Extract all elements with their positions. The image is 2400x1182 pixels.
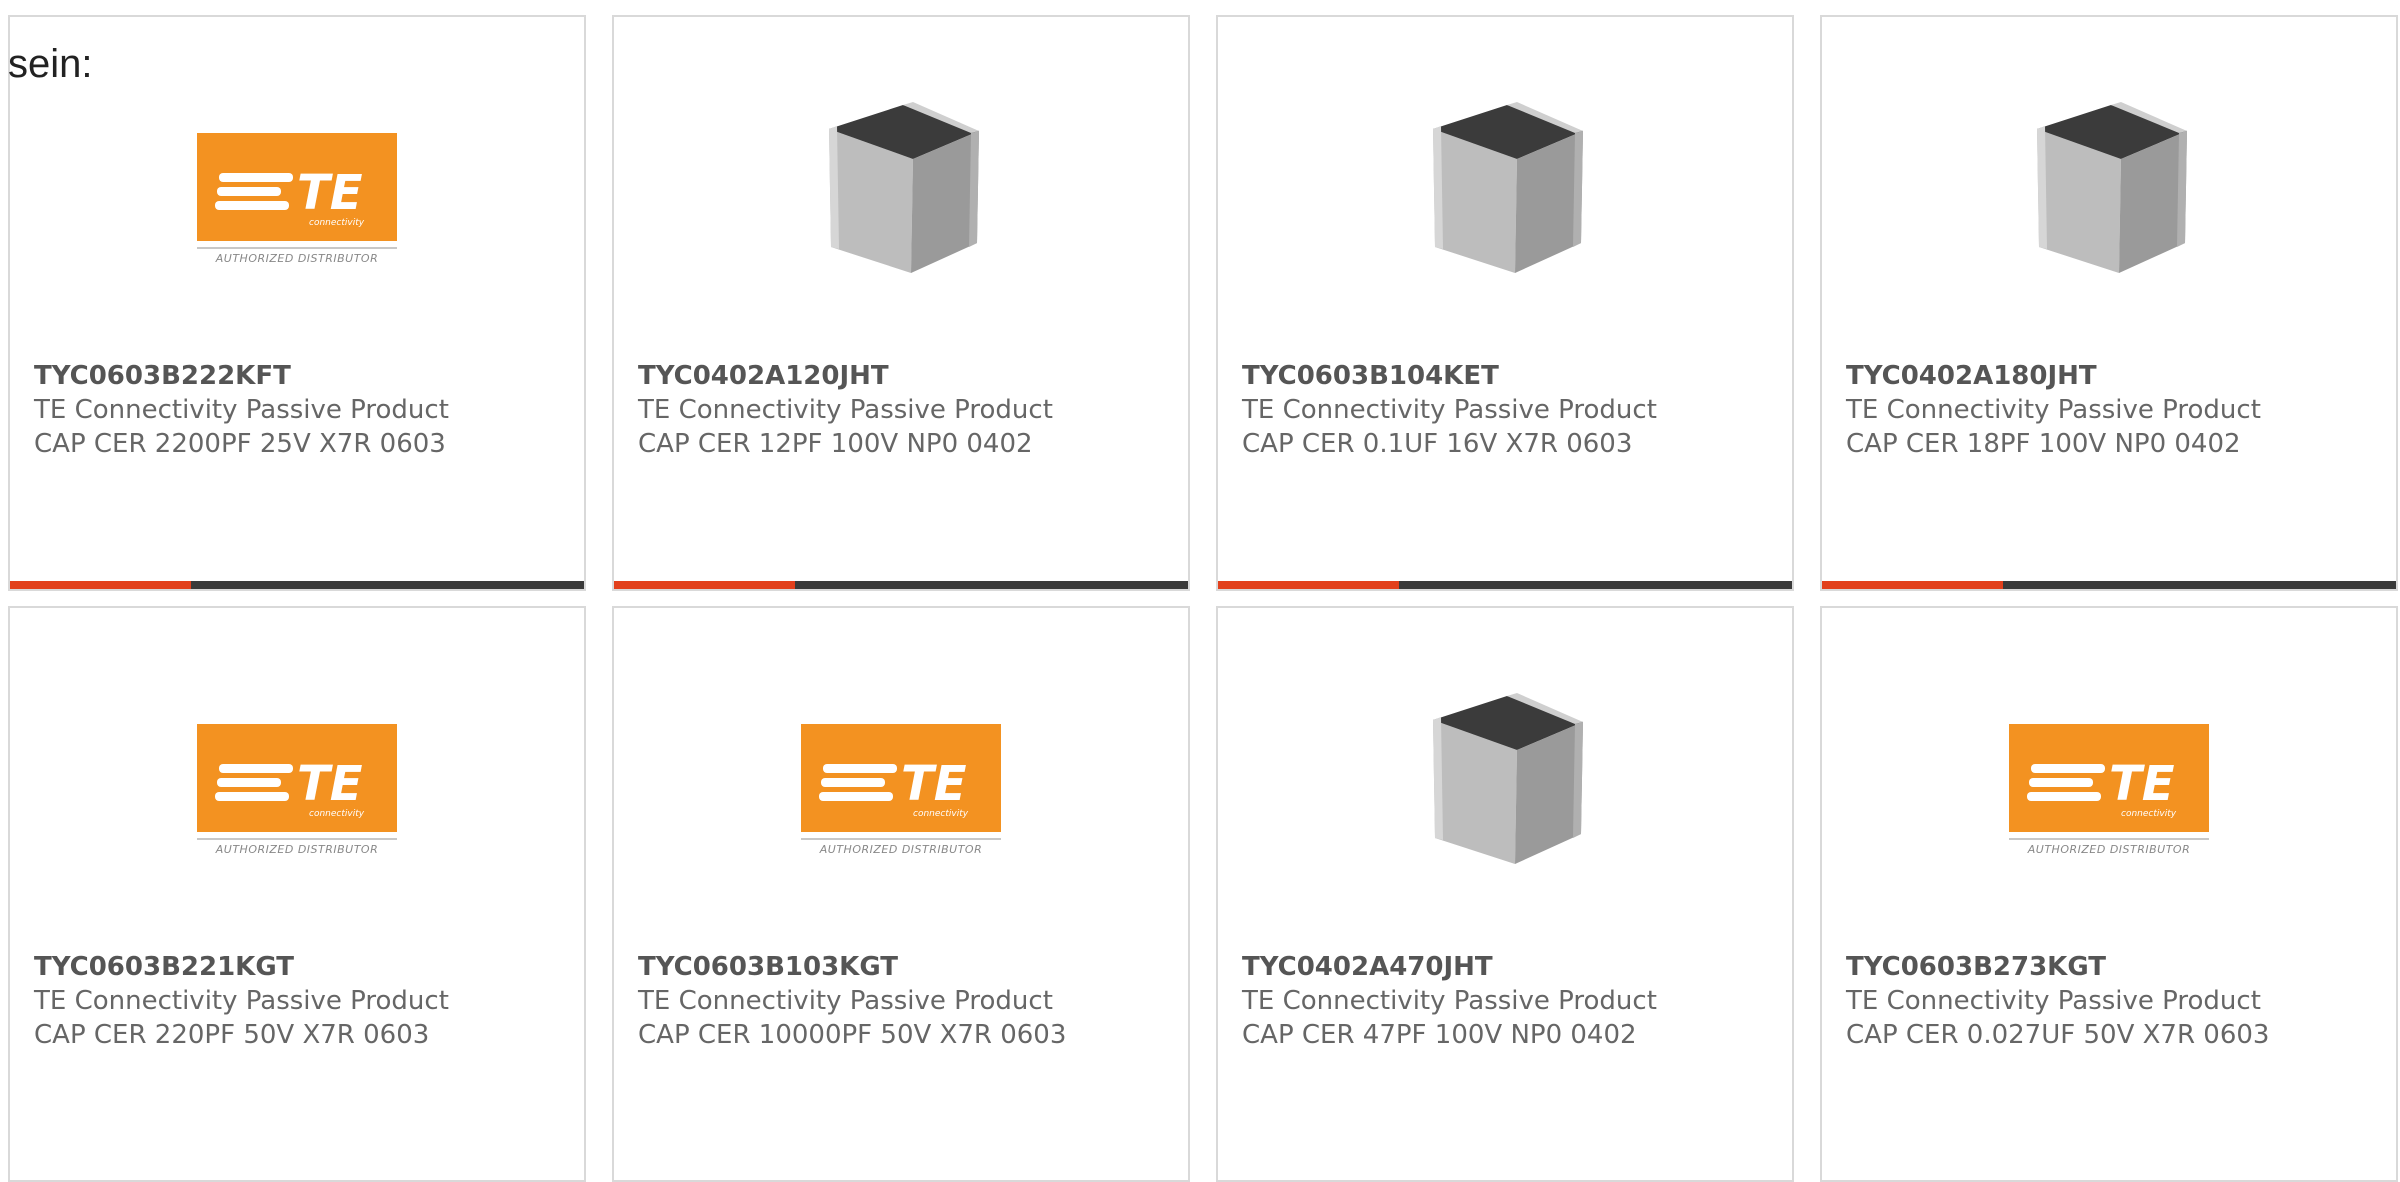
product-image[interactable]: [2009, 87, 2209, 287]
te-logo-stripe: [823, 764, 897, 773]
te-logo-stripe: [2031, 764, 2105, 773]
product-card[interactable]: TE connectivity AUTHORIZED DISTRIBUTOR TYC…: [8, 15, 586, 591]
te-logo-brand-text: TE: [297, 756, 363, 812]
card-bottom-bar: [614, 581, 1188, 589]
te-logo-sub-text: connectivity: [913, 809, 969, 819]
te-logo-badge: TE connectivity: [801, 724, 1001, 832]
product-description: CAP CER 47PF 100V NP0 0402: [1242, 1020, 1637, 1050]
te-logo-stripe: [819, 792, 893, 801]
product-card[interactable]: TYC0402A470JHT TE Connectivity Passive P…: [1216, 606, 1794, 1182]
product-manufacturer: TE Connectivity Passive Product: [1242, 986, 1657, 1016]
te-logo-stripe: [821, 778, 885, 787]
te-logo-stripe: [217, 187, 281, 196]
te-logo-brand-text: TE: [297, 165, 363, 221]
te-logo-mark: TEconnectivity: [215, 165, 365, 228]
te-logo-mark: TEconnectivity: [819, 756, 969, 819]
te-logo-stripe: [217, 778, 281, 787]
card-bar-accent: [10, 581, 191, 589]
card-bottom-bar: [1822, 581, 2396, 589]
product-part-number[interactable]: TYC0402A180JHT: [1846, 359, 2384, 393]
product-part-number[interactable]: TYC0603B103KGT: [638, 950, 1176, 984]
product-info: TYC0603B273KGT TE Connectivity Passive P…: [1846, 950, 2384, 1052]
product-description: CAP CER 0.027UF 50V X7R 0603: [1846, 1020, 2270, 1050]
authorized-distributor-label: AUTHORIZED DISTRIBUTOR: [2009, 838, 2209, 856]
product-part-number[interactable]: TYC0603B104KET: [1242, 359, 1780, 393]
product-part-number[interactable]: TYC0402A470JHT: [1242, 950, 1780, 984]
product-manufacturer: TE Connectivity Passive Product: [1846, 986, 2261, 1016]
product-description: CAP CER 18PF 100V NP0 0402: [1846, 429, 2241, 459]
product-description: CAP CER 10000PF 50V X7R 0603: [638, 1020, 1067, 1050]
te-logo-stripe: [219, 173, 293, 182]
card-bottom-bar: [1218, 581, 1792, 589]
product-info: TYC0402A120JHT TE Connectivity Passive P…: [638, 359, 1176, 461]
product-manufacturer: TE Connectivity Passive Product: [638, 986, 1053, 1016]
te-authorized-distributor-logo: TE connectivity AUTHORIZED DISTRIBUTOR: [197, 87, 397, 287]
te-logo-stripe: [215, 792, 289, 801]
te-logo-stripe: [219, 764, 293, 773]
te-authorized-distributor-logo: TE connectivity AUTHORIZED DISTRIBUTOR: [801, 678, 1001, 878]
te-logo-mark: TEconnectivity: [215, 756, 365, 819]
product-image[interactable]: [801, 87, 1001, 287]
card-bar-accent: [1218, 581, 1399, 589]
product-description: CAP CER 2200PF 25V X7R 0603: [34, 429, 446, 459]
product-description: CAP CER 12PF 100V NP0 0402: [638, 429, 1033, 459]
product-card[interactable]: TE connectivity AUTHORIZED DISTRIBUTOR TYC…: [612, 606, 1190, 1182]
card-bar-accent: [1822, 581, 2003, 589]
product-info: TYC0603B221KGT TE Connectivity Passive P…: [34, 950, 572, 1052]
te-logo-stripe: [215, 201, 289, 210]
product-card[interactable]: TYC0603B104KET TE Connectivity Passive P…: [1216, 15, 1794, 591]
te-logo-badge: TE connectivity: [197, 133, 397, 241]
product-card[interactable]: TYC0402A180JHT TE Connectivity Passive P…: [1820, 15, 2398, 591]
product-description: CAP CER 220PF 50V X7R 0603: [34, 1020, 430, 1050]
te-logo-badge: TE connectivity: [197, 724, 397, 832]
te-logo-badge: TE connectivity: [2009, 724, 2209, 832]
product-image[interactable]: TE connectivity AUTHORIZED DISTRIBUTOR: [197, 678, 397, 878]
te-logo-mark: TEconnectivity: [2027, 756, 2177, 819]
product-image[interactable]: TE connectivity AUTHORIZED DISTRIBUTOR: [197, 87, 397, 287]
product-image[interactable]: TE connectivity AUTHORIZED DISTRIBUTOR: [801, 678, 1001, 878]
product-part-number[interactable]: TYC0603B273KGT: [1846, 950, 2384, 984]
product-manufacturer: TE Connectivity Passive Product: [34, 395, 449, 425]
card-bar-accent: [614, 581, 795, 589]
product-part-number[interactable]: TYC0603B222KFT: [34, 359, 572, 393]
product-image[interactable]: TE connectivity AUTHORIZED DISTRIBUTOR: [2009, 678, 2209, 878]
product-info: TYC0402A470JHT TE Connectivity Passive P…: [1242, 950, 1780, 1052]
product-part-number[interactable]: TYC0603B221KGT: [34, 950, 572, 984]
te-logo-brand-text: TE: [901, 756, 967, 812]
card-bottom-bar: [10, 581, 584, 589]
te-authorized-distributor-logo: TE connectivity AUTHORIZED DISTRIBUTOR: [2009, 678, 2209, 878]
product-info: TYC0402A180JHT TE Connectivity Passive P…: [1846, 359, 2384, 461]
product-grid: TE connectivity AUTHORIZED DISTRIBUTOR TYC…: [8, 15, 2398, 1182]
product-card[interactable]: TE connectivity AUTHORIZED DISTRIBUTOR TYC…: [8, 606, 586, 1182]
te-logo-brand-text: TE: [2109, 756, 2175, 812]
capacitor-chip-image: [829, 102, 979, 273]
product-info: TYC0603B222KFT TE Connectivity Passive P…: [34, 359, 572, 461]
product-info: TYC0603B104KET TE Connectivity Passive P…: [1242, 359, 1780, 461]
te-logo-sub-text: connectivity: [309, 809, 365, 819]
product-image[interactable]: [1405, 87, 1605, 287]
te-logo-stripe: [2029, 778, 2093, 787]
product-manufacturer: TE Connectivity Passive Product: [638, 395, 1053, 425]
product-manufacturer: TE Connectivity Passive Product: [34, 986, 449, 1016]
authorized-distributor-label: AUTHORIZED DISTRIBUTOR: [197, 838, 397, 856]
product-manufacturer: TE Connectivity Passive Product: [1846, 395, 2261, 425]
authorized-distributor-label: AUTHORIZED DISTRIBUTOR: [197, 247, 397, 265]
authorized-distributor-label: AUTHORIZED DISTRIBUTOR: [801, 838, 1001, 856]
capacitor-chip-image: [1433, 693, 1583, 864]
te-logo-sub-text: connectivity: [309, 218, 365, 228]
product-image[interactable]: [1405, 678, 1605, 878]
product-manufacturer: TE Connectivity Passive Product: [1242, 395, 1657, 425]
product-description: CAP CER 0.1UF 16V X7R 0603: [1242, 429, 1633, 459]
te-authorized-distributor-logo: TE connectivity AUTHORIZED DISTRIBUTOR: [197, 678, 397, 878]
product-card[interactable]: TE connectivity AUTHORIZED DISTRIBUTOR TYC…: [1820, 606, 2398, 1182]
product-card[interactable]: TYC0402A120JHT TE Connectivity Passive P…: [612, 15, 1190, 591]
te-logo-sub-text: connectivity: [2121, 809, 2177, 819]
product-info: TYC0603B103KGT TE Connectivity Passive P…: [638, 950, 1176, 1052]
product-part-number[interactable]: TYC0402A120JHT: [638, 359, 1176, 393]
capacitor-chip-image: [2037, 102, 2187, 273]
capacitor-chip-image: [1433, 102, 1583, 273]
intro-text: sein:: [8, 42, 93, 86]
te-logo-stripe: [2027, 792, 2101, 801]
